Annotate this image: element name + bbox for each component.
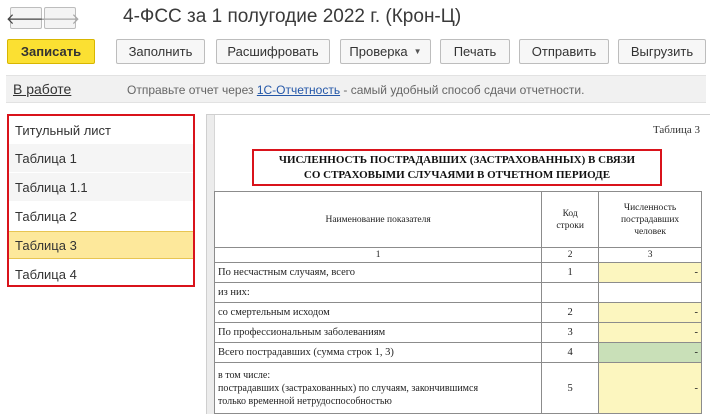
export-button[interactable]: Выгрузить bbox=[618, 39, 706, 64]
forward-button[interactable]: 🡒 bbox=[40, 7, 80, 29]
row-name-line-2: пострадавших (застрахованных) по случаям… bbox=[218, 382, 479, 394]
info-message: Отправьте отчет через 1С-Отчетность - са… bbox=[127, 83, 584, 97]
row-name-line-1: в том числе: bbox=[218, 369, 271, 381]
table-row: По несчастным случаям, всего 1 - bbox=[213, 262, 702, 283]
row-code: 2 bbox=[541, 302, 600, 323]
table-row: Всего пострадавших (сумма строк 1, 3) 4 … bbox=[213, 342, 702, 363]
chevron-down-icon: ▼ bbox=[413, 47, 422, 56]
row-value-cell[interactable]: - bbox=[598, 322, 702, 343]
nav-item-table-1-1[interactable]: Таблица 1.1 bbox=[9, 173, 193, 201]
nav-item-title-page[interactable]: Титульный лист bbox=[9, 116, 193, 144]
row-value-cell: - bbox=[598, 342, 702, 363]
info-text-before: Отправьте отчет через bbox=[127, 83, 257, 97]
report-sections-nav: Титульный лист Таблица 1 Таблица 1.1 Таб… bbox=[7, 114, 195, 287]
header-name: Наименование показателя bbox=[213, 191, 543, 248]
table-header-row: Наименование показателя Код строки Числе… bbox=[213, 191, 702, 248]
column-number: 2 bbox=[541, 247, 600, 263]
table-row: в том числе: пострадавших (застрахованны… bbox=[213, 362, 702, 414]
header-code-line-1: Код bbox=[562, 208, 578, 219]
header-value-line-2: пострадавших bbox=[620, 214, 680, 225]
row-code: 1 bbox=[541, 262, 600, 283]
check-dropdown-button[interactable]: Проверка ▼ bbox=[340, 39, 431, 64]
save-button[interactable]: Записать bbox=[7, 39, 95, 64]
row-name: со смертельным исходом bbox=[213, 302, 543, 323]
header-value: Численность пострадавших человек bbox=[598, 191, 702, 248]
decode-button[interactable]: Расшифровать bbox=[216, 39, 330, 64]
column-number: 1 bbox=[213, 247, 543, 263]
row-value-cell[interactable]: - bbox=[598, 262, 702, 283]
column-number: 3 bbox=[598, 247, 702, 263]
row-value-cell bbox=[598, 282, 702, 303]
header-code-line-2: строки bbox=[556, 220, 584, 231]
title-bar: 🡐 🡒 4-ФСС за 1 полугодие 2022 г. (Крон-Ц… bbox=[0, 0, 710, 36]
header-value-line-1: Численность bbox=[623, 202, 677, 213]
row-name: в том числе: пострадавших (застрахованны… bbox=[213, 362, 543, 414]
row-value-cell[interactable]: - bbox=[598, 302, 702, 323]
arrow-right-icon: 🡒 bbox=[39, 10, 81, 28]
row-code: 3 bbox=[541, 322, 600, 343]
table-row: со смертельным исходом 2 - bbox=[213, 302, 702, 323]
nav-item-table-2[interactable]: Таблица 2 bbox=[9, 202, 193, 230]
column-numbers-row: 1 2 3 bbox=[213, 247, 702, 263]
back-button[interactable]: 🡐 bbox=[6, 7, 46, 29]
row-name: По несчастным случаям, всего bbox=[213, 262, 543, 283]
reporting-service-link[interactable]: 1С-Отчетность bbox=[257, 83, 340, 97]
check-button-label: Проверка bbox=[349, 44, 408, 59]
status-link[interactable]: В работе bbox=[13, 81, 71, 97]
fill-button[interactable]: Заполнить bbox=[116, 39, 205, 64]
header-value-line-3: человек bbox=[634, 226, 666, 237]
nav-item-table-1[interactable]: Таблица 1 bbox=[9, 144, 193, 172]
heading-line-1: ЧИСЛЕННОСТЬ ПОСТРАДАВШИХ (ЗАСТРАХОВАННЫХ… bbox=[278, 154, 636, 166]
row-value-cell[interactable]: - bbox=[598, 362, 702, 414]
nav-item-table-3[interactable]: Таблица 3 bbox=[9, 231, 193, 259]
row-name: Всего пострадавших (сумма строк 1, 3) bbox=[213, 342, 543, 363]
table-label: Таблица 3 bbox=[652, 124, 700, 136]
info-bar: В работе Отправьте отчет через 1С-Отчетн… bbox=[6, 75, 706, 103]
document-heading: ЧИСЛЕННОСТЬ ПОСТРАДАВШИХ (ЗАСТРАХОВАННЫХ… bbox=[252, 149, 662, 186]
report-table: Наименование показателя Код строки Числе… bbox=[213, 191, 702, 414]
row-name-line-3: только временной нетрудоспособностью bbox=[218, 395, 392, 407]
header-code: Код строки bbox=[541, 191, 600, 248]
heading-line-2: СО СТРАХОВЫМИ СЛУЧАЯМИ В ОТЧЕТНОМ ПЕРИОД… bbox=[303, 169, 611, 181]
print-button[interactable]: Печать bbox=[440, 39, 510, 64]
report-document: Таблица 3 ЧИСЛЕННОСТЬ ПОСТРАДАВШИХ (ЗАСТ… bbox=[206, 114, 710, 414]
send-button[interactable]: Отправить bbox=[519, 39, 609, 64]
row-name: По профессиональным заболеваниям bbox=[213, 322, 543, 343]
table-row: из них: bbox=[213, 282, 702, 303]
window-title: 4-ФСС за 1 полугодие 2022 г. (Крон-Ц) bbox=[123, 6, 462, 27]
table-row: По профессиональным заболеваниям 3 - bbox=[213, 322, 702, 343]
row-code: 4 bbox=[541, 342, 600, 363]
row-code bbox=[541, 282, 600, 303]
info-text-after: - самый удобный способ сдачи отчетности. bbox=[340, 83, 585, 97]
nav-item-table-4[interactable]: Таблица 4 bbox=[9, 260, 193, 288]
row-code: 5 bbox=[541, 362, 600, 414]
row-name: из них: bbox=[213, 282, 543, 303]
